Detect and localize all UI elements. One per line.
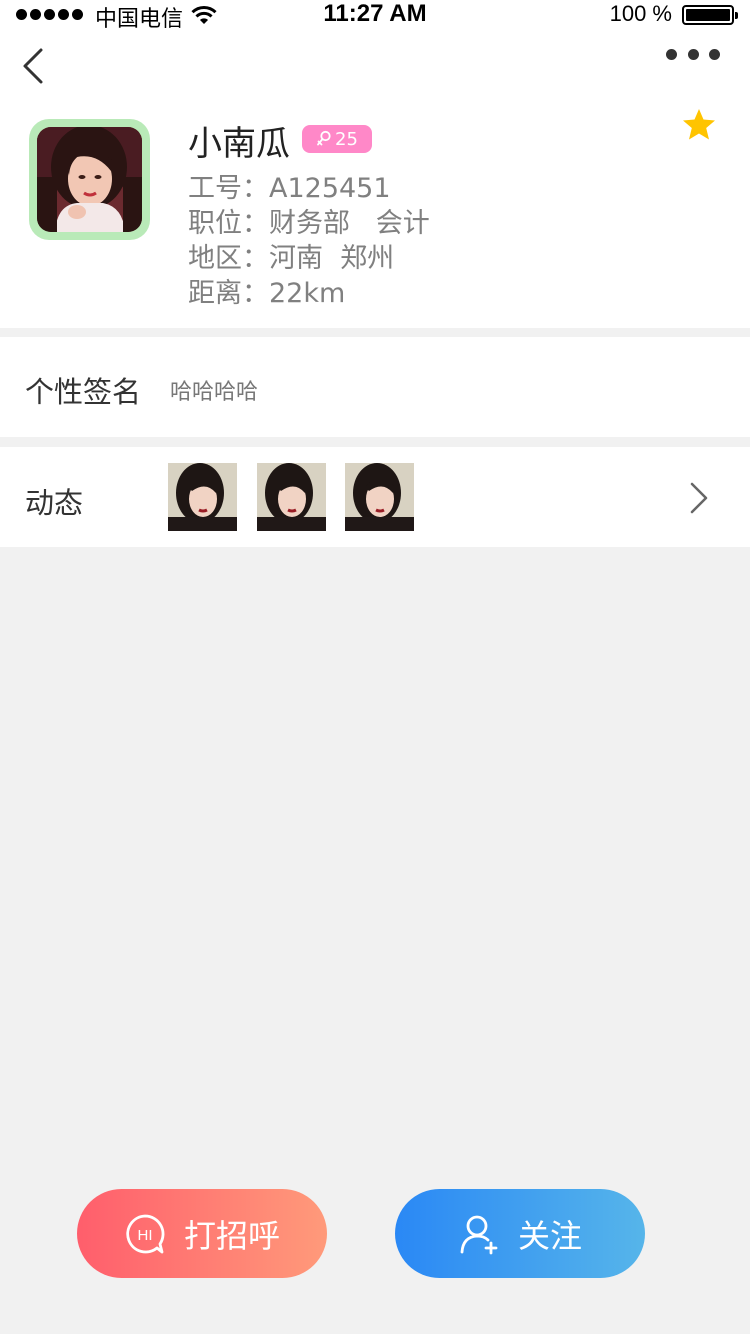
greet-label: 打招呼 xyxy=(183,1216,280,1255)
distance: 距离：22km xyxy=(188,278,346,309)
user-name: 小南瓜 xyxy=(188,124,290,164)
battery-percentage: 100 % xyxy=(609,1,672,26)
feed-thumbnail[interactable] xyxy=(168,463,237,531)
feed-thumbnail[interactable] xyxy=(345,463,414,531)
signature-label: 个性签名 xyxy=(25,375,142,409)
back-button[interactable] xyxy=(14,44,54,88)
follow-button[interactable]: 关注 xyxy=(395,1189,645,1278)
female-icon xyxy=(317,130,331,146)
age-badge: 25 xyxy=(302,125,372,153)
feed-label: 动态 xyxy=(25,486,84,520)
feed-thumbnail[interactable] xyxy=(257,463,326,531)
star-icon[interactable] xyxy=(681,107,717,143)
svg-text:HI: HI xyxy=(137,1227,152,1244)
avatar-photo xyxy=(37,127,142,232)
chevron-right-icon[interactable] xyxy=(686,481,712,515)
region: 地区：河南 郑州 xyxy=(188,243,395,274)
job-position: 职位：财务部 会计 xyxy=(188,208,430,239)
hi-chat-icon: HI xyxy=(126,1214,165,1253)
employee-id: 工号：A125451 xyxy=(188,173,391,204)
greet-button[interactable]: HI 打招呼 xyxy=(77,1189,327,1278)
more-options-button[interactable] xyxy=(666,46,720,62)
add-user-icon xyxy=(460,1215,498,1254)
signature-row: 个性签名 哈哈哈哈 xyxy=(0,337,750,437)
follow-label: 关注 xyxy=(517,1216,582,1255)
battery-icon xyxy=(682,5,738,25)
avatar[interactable] xyxy=(29,119,150,240)
signature-text: 哈哈哈哈 xyxy=(170,380,259,405)
feed-row[interactable]: 动态 xyxy=(0,447,750,547)
age-value: 25 xyxy=(335,128,358,150)
status-bar: 中国电信 11:27 AM 100 % xyxy=(0,0,750,32)
